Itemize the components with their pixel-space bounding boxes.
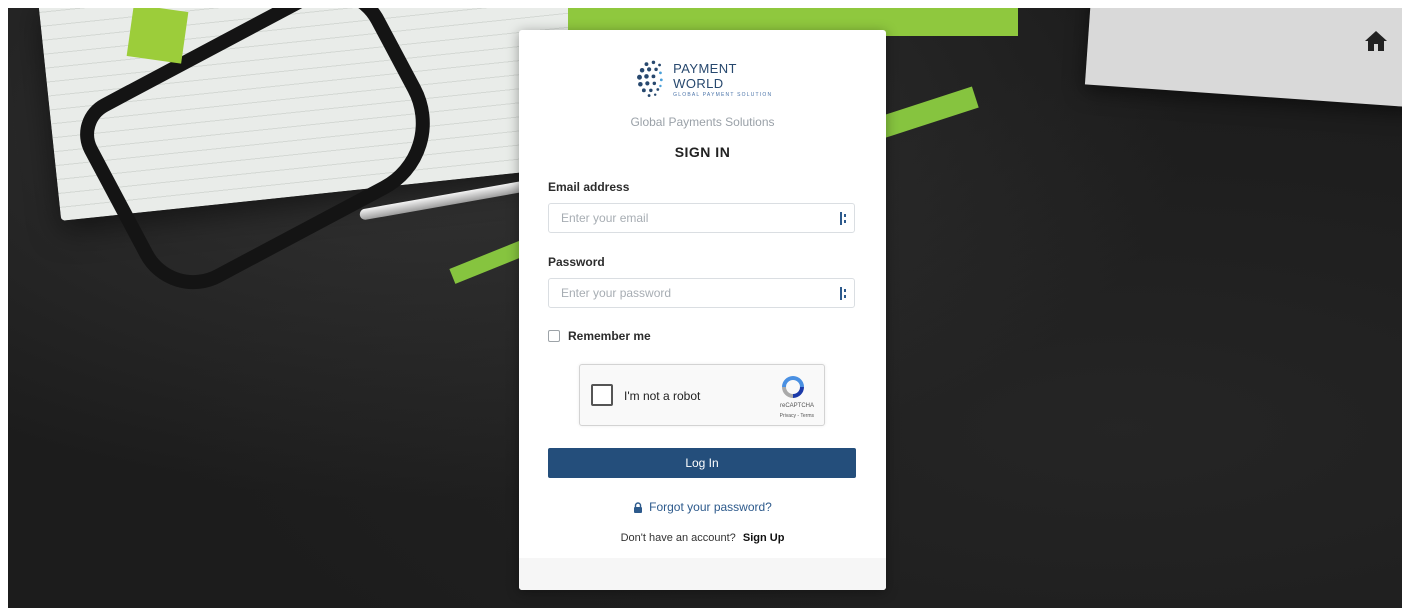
signup-row: Don't have an account? Sign Up bbox=[519, 532, 886, 544]
payment-world-logo: PAYMENT WORLD GLOBAL PAYMENT SOLUTION bbox=[636, 56, 776, 102]
remember-me[interactable]: Remember me bbox=[548, 329, 651, 343]
page-title: SIGN IN bbox=[674, 144, 731, 160]
email-label: Email address bbox=[548, 180, 630, 194]
signup-prompt: Don't have an account? bbox=[620, 532, 736, 544]
password-manager-icon[interactable] bbox=[840, 287, 848, 300]
keyboard-image bbox=[1084, 8, 1402, 108]
sign-in-card: PAYMENT WORLD GLOBAL PAYMENT SOLUTION Gl… bbox=[519, 30, 886, 590]
globe-logo-icon bbox=[637, 60, 663, 97]
recaptcha-checkbox[interactable] bbox=[591, 384, 613, 406]
email-field[interactable] bbox=[549, 204, 843, 232]
recaptcha-widget: I'm not a robot reCAPTCHA Privacy - Term… bbox=[579, 364, 825, 426]
password-manager-icon[interactable] bbox=[840, 212, 848, 225]
tagline: Global Payments Solutions bbox=[630, 115, 775, 129]
logo-title: PAYMENT WORLD bbox=[673, 60, 737, 91]
logo-subtitle: GLOBAL PAYMENT SOLUTION bbox=[673, 91, 773, 98]
forgot-password-link[interactable]: Forgot your password? bbox=[519, 500, 886, 514]
password-label: Password bbox=[548, 255, 605, 269]
home-icon[interactable] bbox=[1364, 30, 1388, 57]
recaptcha-links[interactable]: Privacy - Terms bbox=[780, 413, 814, 419]
log-in-button[interactable]: Log In bbox=[548, 448, 856, 478]
card-footer bbox=[519, 558, 886, 590]
password-field[interactable] bbox=[549, 279, 843, 307]
lock-icon bbox=[634, 501, 643, 513]
binder-clip-image bbox=[126, 8, 189, 64]
recaptcha-label: I'm not a robot bbox=[624, 389, 701, 403]
remember-me-checkbox[interactable] bbox=[548, 330, 560, 342]
remember-me-label: Remember me bbox=[568, 329, 651, 343]
forgot-password-label: Forgot your password? bbox=[649, 500, 772, 514]
sign-up-link[interactable]: Sign Up bbox=[743, 532, 785, 544]
password-field-wrapper bbox=[548, 278, 855, 308]
recaptcha-name: reCAPTCHA bbox=[779, 403, 814, 409]
recaptcha-logo-icon bbox=[782, 376, 804, 398]
email-field-wrapper bbox=[548, 203, 855, 233]
